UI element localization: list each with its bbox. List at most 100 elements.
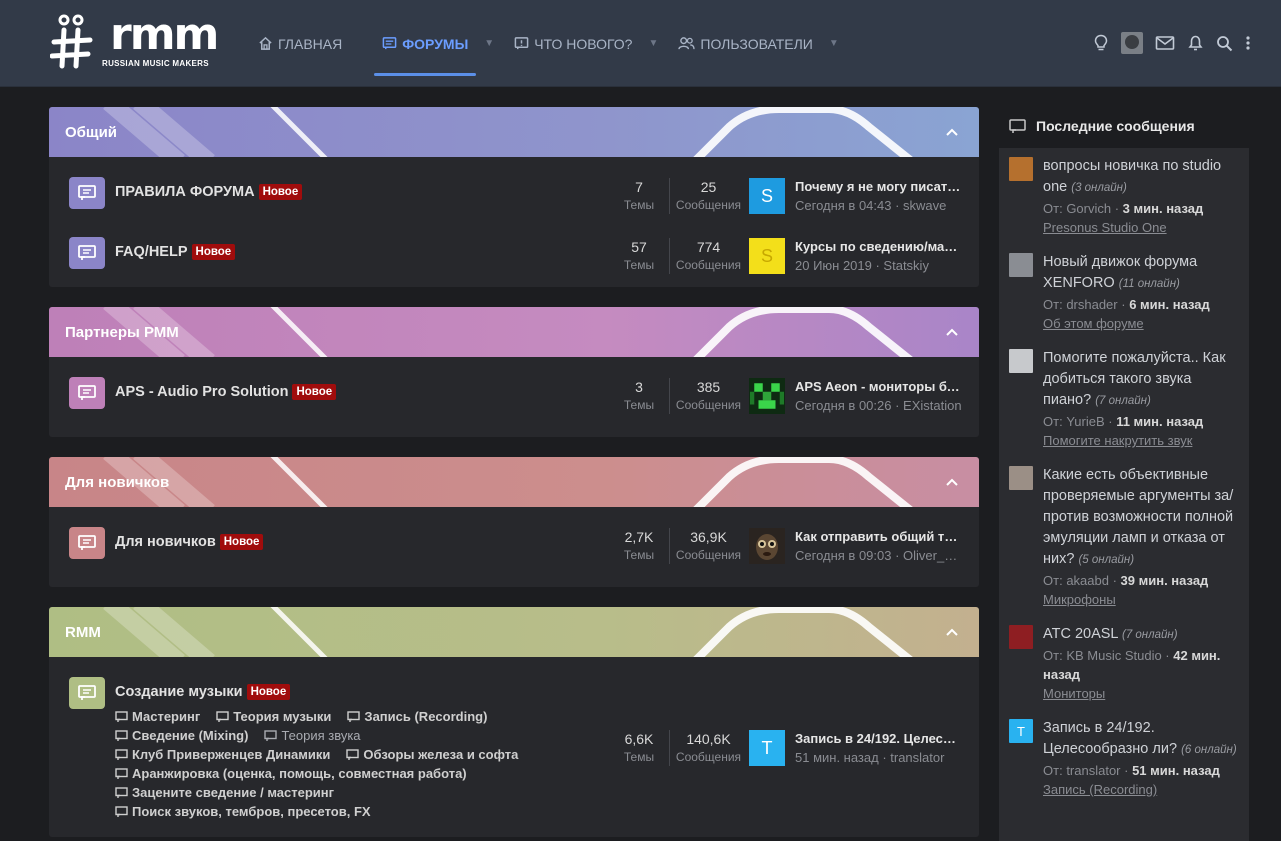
subforum-link[interactable]: Поиск звуков, тембров, пресетов, FX: [115, 802, 371, 821]
bell-icon[interactable]: [1187, 34, 1204, 52]
online-count: (11 онлайн): [1118, 278, 1180, 290]
forum-stats: 2,7K Темы 36,9K Сообщения: [609, 528, 747, 564]
online-count: (7 онлайн): [1095, 395, 1151, 407]
nav-whats-new[interactable]: ЧТО НОВОГО?: [506, 0, 640, 87]
subforum-link[interactable]: Мастеринг: [115, 707, 200, 726]
last-post-avatar[interactable]: [749, 378, 785, 414]
forum-title-link[interactable]: Создание музыки Новое: [115, 684, 291, 700]
latest-post-item: T Запись в 24/192. Целесообразно ли? (6 …: [1009, 718, 1239, 799]
post-title-link[interactable]: ATC 20ASL (7 онлайн): [1043, 624, 1239, 646]
lightbulb-icon[interactable]: [1093, 34, 1109, 52]
last-post-avatar[interactable]: S: [749, 238, 785, 274]
category-header[interactable]: Партнеры РММ: [49, 307, 979, 357]
subforum-link[interactable]: Клуб Приверженцев Динамики: [115, 745, 330, 764]
online-count: (6 онлайн): [1181, 744, 1237, 756]
subforum-link[interactable]: Аранжировка (оценка, помощь, совместная …: [115, 764, 467, 783]
online-count: (3 онлайн): [1071, 182, 1127, 194]
messages-count: 140,6K: [686, 731, 731, 747]
avatar[interactable]: [1009, 157, 1033, 181]
nav-members[interactable]: ПОЛЬЗОВАТЕЛИ: [670, 0, 820, 87]
post-forum-link[interactable]: Мониторы: [1043, 684, 1239, 703]
new-badge: Новое: [219, 534, 264, 550]
subforum-label: Аранжировка (оценка, помощь, совместная …: [132, 766, 467, 781]
chevron-up-icon[interactable]: [945, 474, 959, 491]
more-vertical-icon[interactable]: [1245, 35, 1251, 51]
chevron-down-icon[interactable]: ▼: [829, 0, 839, 87]
forum-title-link[interactable]: APS - Audio Pro Solution Новое: [115, 384, 337, 400]
post-author[interactable]: drshader: [1066, 297, 1117, 312]
sidebar-title: Последние сообщения: [1036, 118, 1195, 134]
forum-title-link[interactable]: Для новичков Новое: [115, 534, 264, 550]
post-title: вопросы новичка по studio one: [1043, 158, 1222, 195]
last-post-title[interactable]: APS Aeon - мониторы ближнего поля: [795, 378, 963, 396]
post-author[interactable]: KB Music Studio: [1066, 648, 1161, 663]
post-author[interactable]: akaabd: [1066, 573, 1109, 588]
post-forum-link[interactable]: Помогите накрутить звук: [1043, 431, 1239, 450]
chevron-up-icon[interactable]: [945, 324, 959, 341]
category-header[interactable]: Общий: [49, 107, 979, 157]
threads-label: Темы: [623, 548, 655, 562]
avatar[interactable]: [1009, 466, 1033, 490]
mail-icon[interactable]: [1155, 35, 1175, 51]
category-header[interactable]: RMM: [49, 607, 979, 657]
category-header[interactable]: Для новичков: [49, 457, 979, 507]
post-forum-link[interactable]: Presonus Studio One: [1043, 218, 1239, 237]
subforum-link[interactable]: Запись (Recording): [347, 707, 487, 726]
avatar[interactable]: [1009, 625, 1033, 649]
forum-icon: [115, 748, 128, 761]
post-forum-link[interactable]: Микрофоны: [1043, 590, 1239, 609]
user-avatar[interactable]: [1121, 32, 1143, 54]
last-post-title[interactable]: Запись в 24/192. Целесообразно ли?: [795, 730, 963, 748]
post-author[interactable]: YurieB: [1066, 414, 1104, 429]
last-post-title[interactable]: Курсы по сведению/мастерингу: [795, 238, 963, 256]
category-rmm: RMM Создание музыки Новое Мастеринг Теори…: [49, 607, 979, 837]
last-post-title[interactable]: Как отправить общий трек: [795, 528, 963, 546]
chevron-down-icon[interactable]: ▼: [484, 0, 494, 87]
latest-post-item: Какие есть объективные проверяемые аргум…: [1009, 465, 1239, 609]
subforum-link[interactable]: Теория звука: [264, 726, 361, 745]
last-post-title[interactable]: Почему я не могу писать сообщения?: [795, 178, 963, 196]
avatar[interactable]: [1009, 253, 1033, 277]
post-forum-link[interactable]: Запись (Recording): [1043, 780, 1239, 799]
threads-label: Темы: [623, 398, 655, 412]
chevron-up-icon[interactable]: [945, 624, 959, 641]
threads-label: Темы: [623, 258, 655, 272]
search-icon[interactable]: [1216, 35, 1233, 52]
post-title-link[interactable]: вопросы новичка по studio one (3 онлайн): [1043, 156, 1239, 199]
subforum-link[interactable]: Зацените сведение / мастеринг: [115, 783, 334, 802]
forum-title-link[interactable]: FAQ/HELP Новое: [115, 244, 236, 260]
subforum-label: Теория звука: [281, 728, 361, 743]
last-post-meta: 51 мин. назад · translator: [795, 750, 945, 765]
post-meta: От: Gorvich · 3 мин. назад: [1043, 201, 1204, 216]
subforum-label: Зацените сведение / мастеринг: [132, 785, 335, 800]
latest-post-item: вопросы новичка по studio one (3 онлайн)…: [1009, 156, 1239, 237]
forum-title-link[interactable]: ПРАВИЛА ФОРУМА Новое: [115, 184, 303, 200]
post-title-link[interactable]: Новый движок форума XENFORO (11 онлайн): [1043, 252, 1239, 295]
post-author[interactable]: Gorvich: [1066, 201, 1111, 216]
post-author[interactable]: translator: [1066, 763, 1120, 778]
users-icon: [678, 36, 696, 51]
chevron-up-icon[interactable]: [945, 124, 959, 141]
last-post-avatar[interactable]: T: [749, 730, 785, 766]
subforum-link[interactable]: Теория музыки: [216, 707, 331, 726]
post-forum-link[interactable]: Об этом форуме: [1043, 314, 1239, 333]
avatar[interactable]: [1009, 349, 1033, 373]
subforum-link[interactable]: Сведение (Mixing): [115, 726, 248, 745]
post-title-link[interactable]: Какие есть объективные проверяемые аргум…: [1043, 465, 1239, 571]
nav-home[interactable]: ГЛАВНАЯ: [250, 0, 350, 87]
last-post-avatar[interactable]: [749, 528, 785, 564]
last-post-avatar[interactable]: S: [749, 178, 785, 214]
avatar[interactable]: T: [1009, 719, 1033, 743]
site-logo[interactable]: rmm RUSSIAN MUSIC MAKERS: [50, 12, 230, 74]
new-badge: Новое: [246, 684, 291, 700]
post-title-link[interactable]: Запись в 24/192. Целесообразно ли? (6 он…: [1043, 718, 1239, 761]
category-title: Общий: [65, 123, 118, 141]
forum-title: Создание музыки: [115, 684, 243, 700]
chevron-down-icon[interactable]: ▼: [648, 0, 658, 87]
forum-title: FAQ/HELP: [115, 244, 188, 260]
post-meta: От: KB Music Studio · 42 мин. назад: [1043, 648, 1221, 682]
post-title-link[interactable]: Помогите пожалуйста.. Как добиться таког…: [1043, 348, 1239, 412]
subforum-link[interactable]: Обзоры железа и софта: [346, 745, 518, 764]
header-decoration: [103, 457, 913, 507]
nav-forums[interactable]: ФОРУМЫ: [374, 0, 477, 87]
